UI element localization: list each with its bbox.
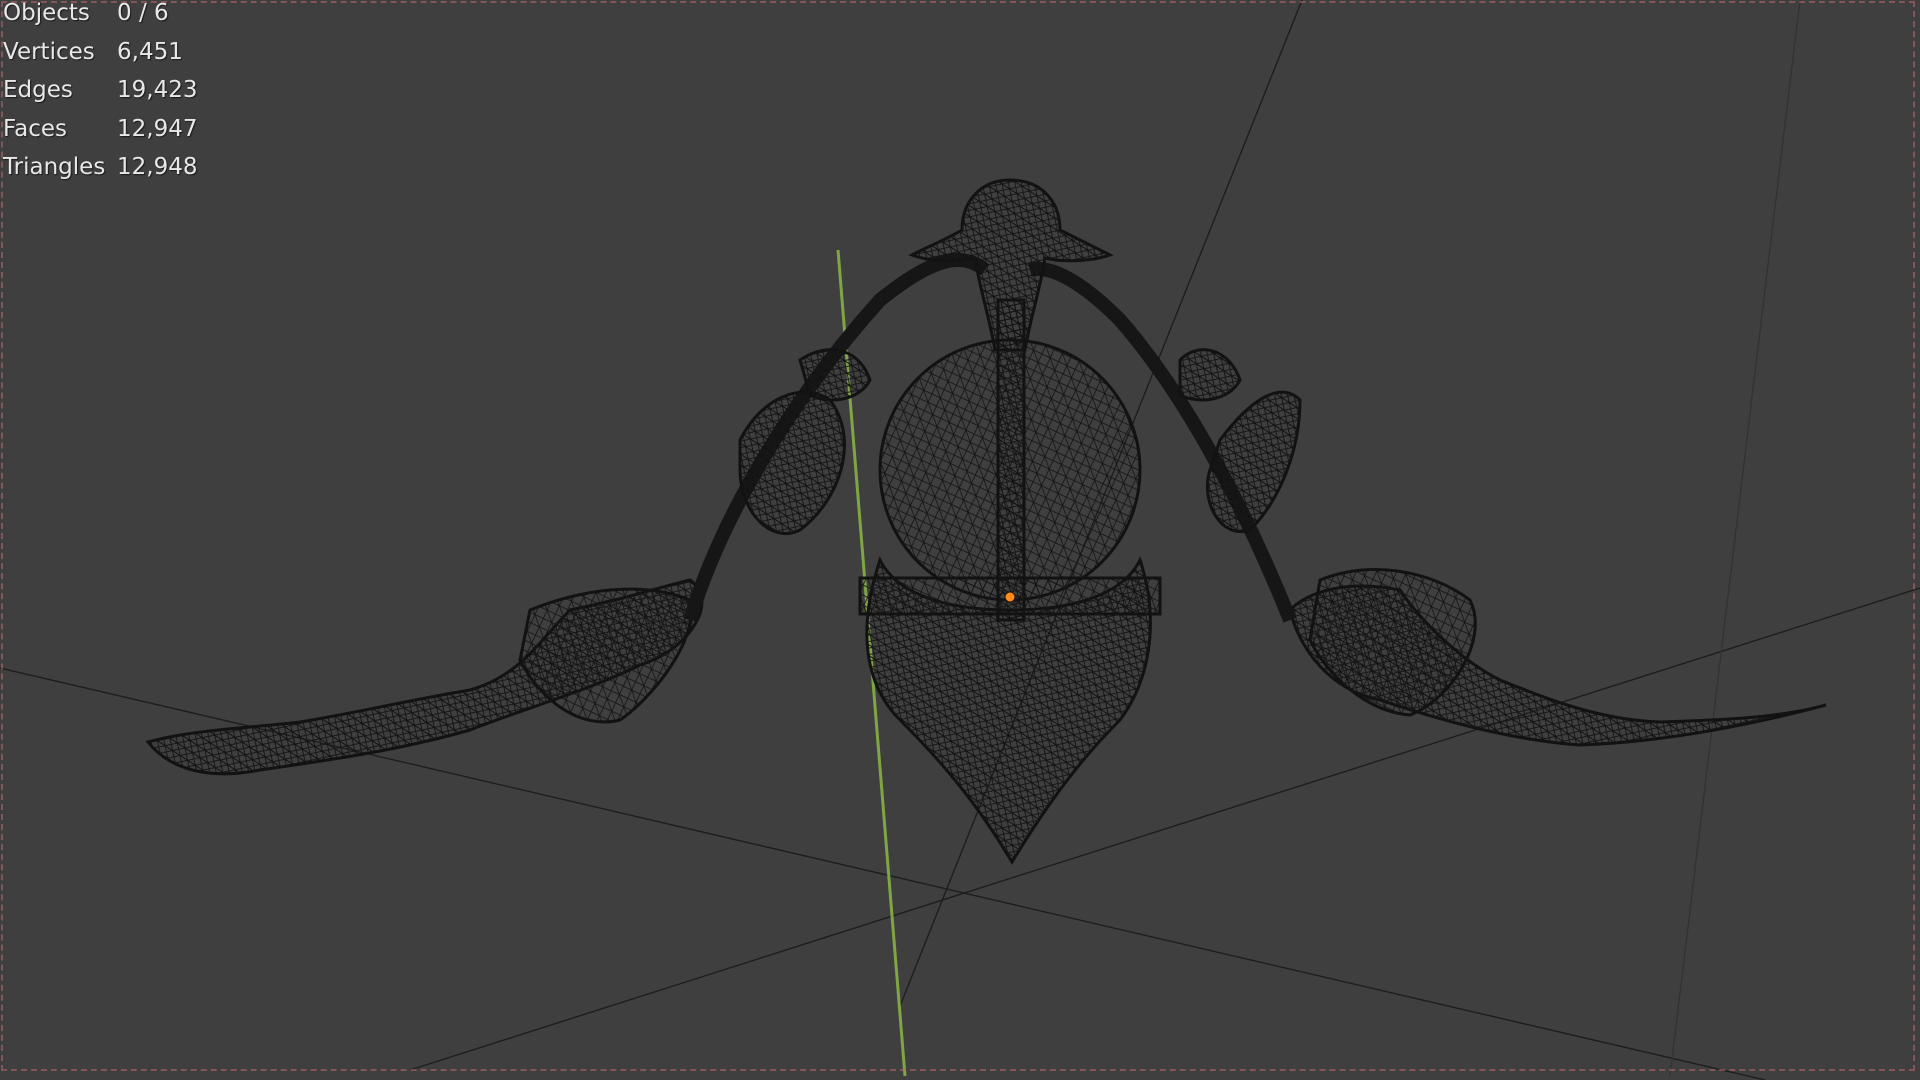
stat-label: Triangles xyxy=(3,154,106,180)
stat-value: 0 / 6 xyxy=(117,0,169,26)
ornament-wireframe-mesh[interactable] xyxy=(145,178,1827,865)
stat-row-faces: Faces 12,947 xyxy=(3,110,197,149)
3d-viewport[interactable]: Objects 0 / 6 Vertices 6,451 Edges 19,42… xyxy=(0,0,1920,1080)
grid-line xyxy=(1669,0,1801,1077)
stat-row-vertices: Vertices 6,451 xyxy=(3,33,197,72)
stat-row-objects: Objects 0 / 6 xyxy=(3,0,197,33)
scene-statistics-overlay: Objects 0 / 6 Vertices 6,451 Edges 19,42… xyxy=(3,0,197,187)
stat-row-triangles: Triangles 12,948 xyxy=(3,148,197,187)
stat-value: 19,423 xyxy=(117,77,198,103)
stat-label: Vertices xyxy=(3,38,95,65)
stat-value: 12,947 xyxy=(117,115,198,142)
object-origin-point[interactable] xyxy=(1004,591,1016,603)
stat-label: Edges xyxy=(3,77,73,103)
stat-label: Objects xyxy=(3,0,90,26)
stat-value: 12,948 xyxy=(117,154,198,180)
stat-value: 6,451 xyxy=(117,38,183,65)
stat-row-edges: Edges 19,423 xyxy=(3,71,197,110)
stat-label: Faces xyxy=(3,115,67,142)
viewport-scene[interactable] xyxy=(0,0,1920,1080)
